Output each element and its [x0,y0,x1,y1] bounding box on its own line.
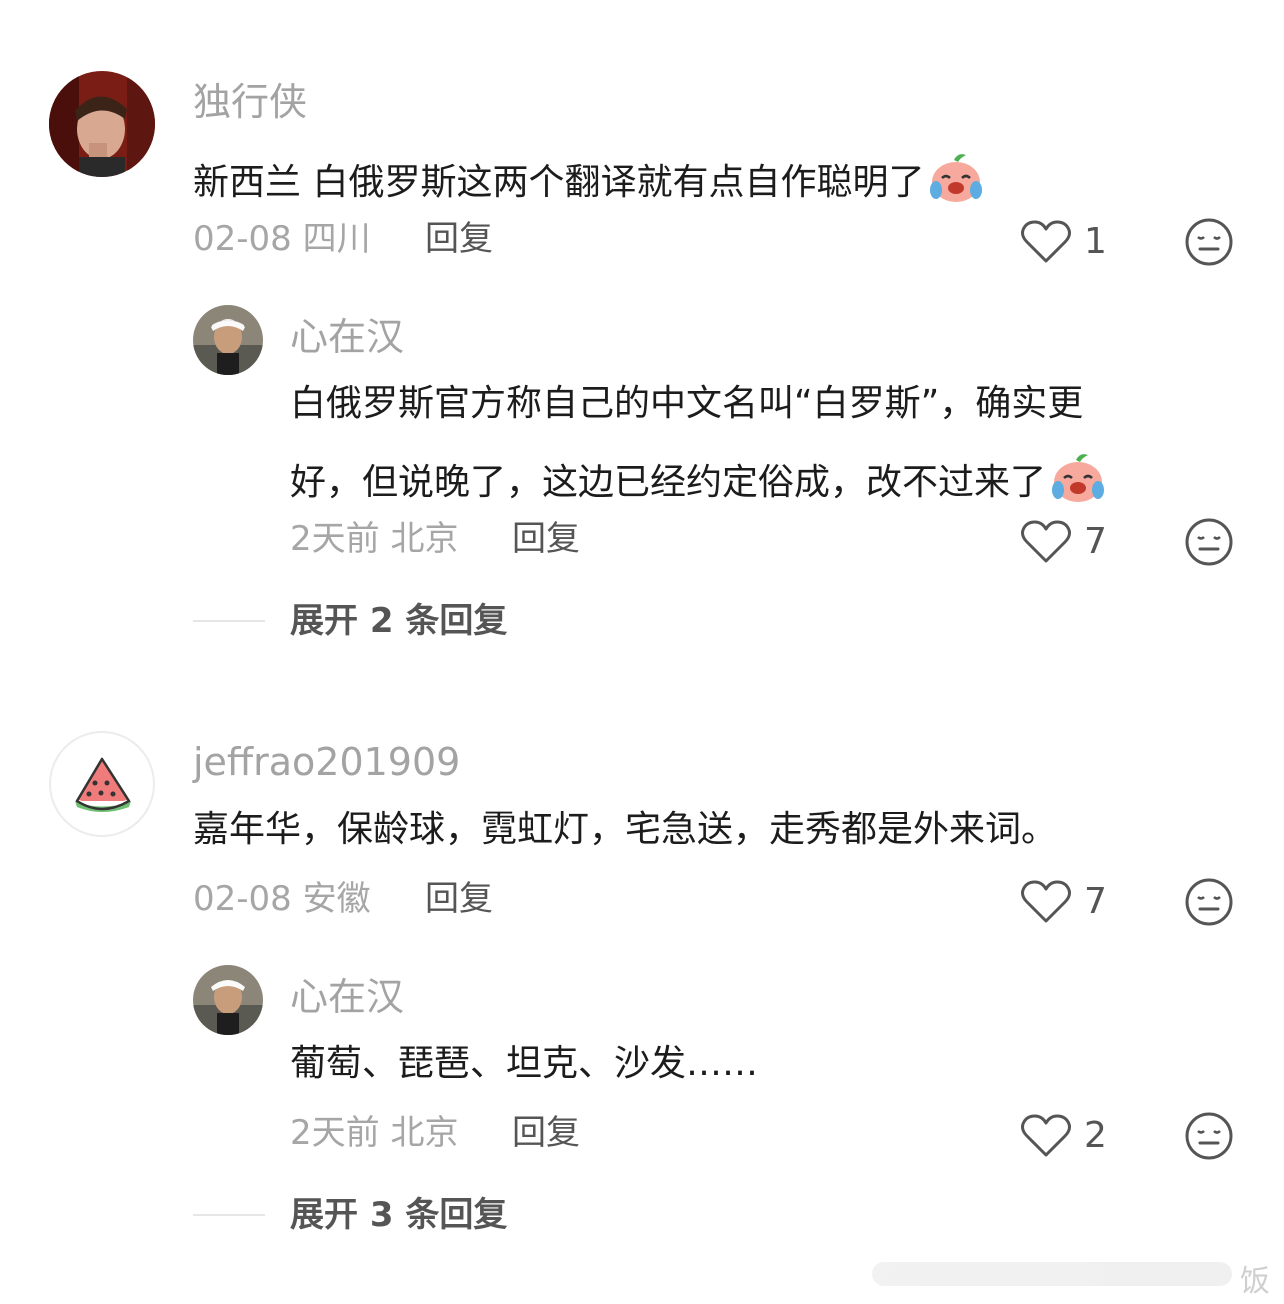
meh-face-icon [1185,878,1233,926]
crying-laughing-peach-emoji [928,152,984,211]
comment-author[interactable]: 独行侠 [193,83,307,121]
dislike-button[interactable] [1184,877,1234,927]
dislike-button[interactable] [1184,217,1234,267]
reply-date-location: 2天前 北京 [290,1113,459,1153]
reply-author[interactable]: 心在汉 [290,318,404,356]
watermelon-icon [75,757,131,812]
comment-text-content: 新西兰 白俄罗斯这两个翻译就有点自作聪明了 [193,162,925,203]
avatar-image [193,965,263,1035]
avatar[interactable] [49,71,155,177]
divider [193,620,265,622]
avatar[interactable] [49,731,155,837]
reply-text-line-2: 好，但说晚了，这边已经约定俗成，改不过来了 [290,452,1106,511]
comment-text: 嘉年华，保龄球，霓虹灯，宅急送，走秀都是外来词。 [193,809,1058,850]
reply-author[interactable]: 心在汉 [290,978,404,1016]
watermark: 饭 [872,1250,1278,1299]
reply-button[interactable]: 回复 [512,522,580,556]
comment-author[interactable]: jeffrao201909 [193,743,460,781]
like-count: 7 [1084,521,1107,562]
reply-text-content: 好，但说晚了，这边已经约定俗成，改不过来了 [290,462,1047,503]
heart-icon [1021,1114,1071,1157]
reply-text-line-1: 白俄罗斯官方称自己的中文名叫“白罗斯”，确实更 [290,383,1084,424]
like-count: 2 [1084,1115,1107,1156]
like-button[interactable]: 1 [1020,217,1120,267]
avatar-image [193,305,263,375]
expand-replies-label[interactable]: 展开 3 条回复 [290,1198,507,1232]
expand-replies-label[interactable]: 展开 2 条回复 [290,604,507,638]
meh-face-icon [1185,1112,1233,1160]
crying-laughing-peach-emoji [1050,452,1106,511]
comment-date-location: 02-08 安徽 [193,879,371,919]
like-button[interactable]: 7 [1020,517,1120,567]
reply-date-location: 2天前 北京 [290,519,459,559]
reply-button[interactable]: 回复 [425,882,493,916]
meh-face-icon [1185,218,1233,266]
heart-icon [1021,220,1071,263]
divider [193,1214,265,1216]
avatar[interactable] [193,305,263,375]
heart-icon [1021,520,1071,563]
dislike-button[interactable] [1184,517,1234,567]
heart-icon [1021,880,1071,923]
avatar[interactable] [193,965,263,1035]
comment-text: 新西兰 白俄罗斯这两个翻译就有点自作聪明了 [193,152,984,211]
meh-face-icon [1185,518,1233,566]
comment-date-location: 02-08 四川 [193,219,371,259]
avatar-image [49,71,155,177]
like-count: 1 [1084,221,1107,262]
reply-button[interactable]: 回复 [512,1116,580,1150]
like-button[interactable]: 7 [1020,877,1120,927]
like-button[interactable]: 2 [1020,1111,1120,1161]
watermark-bar [872,1262,1232,1286]
reply-text-line-1: 葡萄、琵琶、坦克、沙发…… [290,1043,759,1084]
watermark-text: 饭 [1240,1264,1270,1299]
like-count: 7 [1084,881,1107,922]
dislike-button[interactable] [1184,1111,1234,1161]
reply-button[interactable]: 回复 [425,222,493,256]
